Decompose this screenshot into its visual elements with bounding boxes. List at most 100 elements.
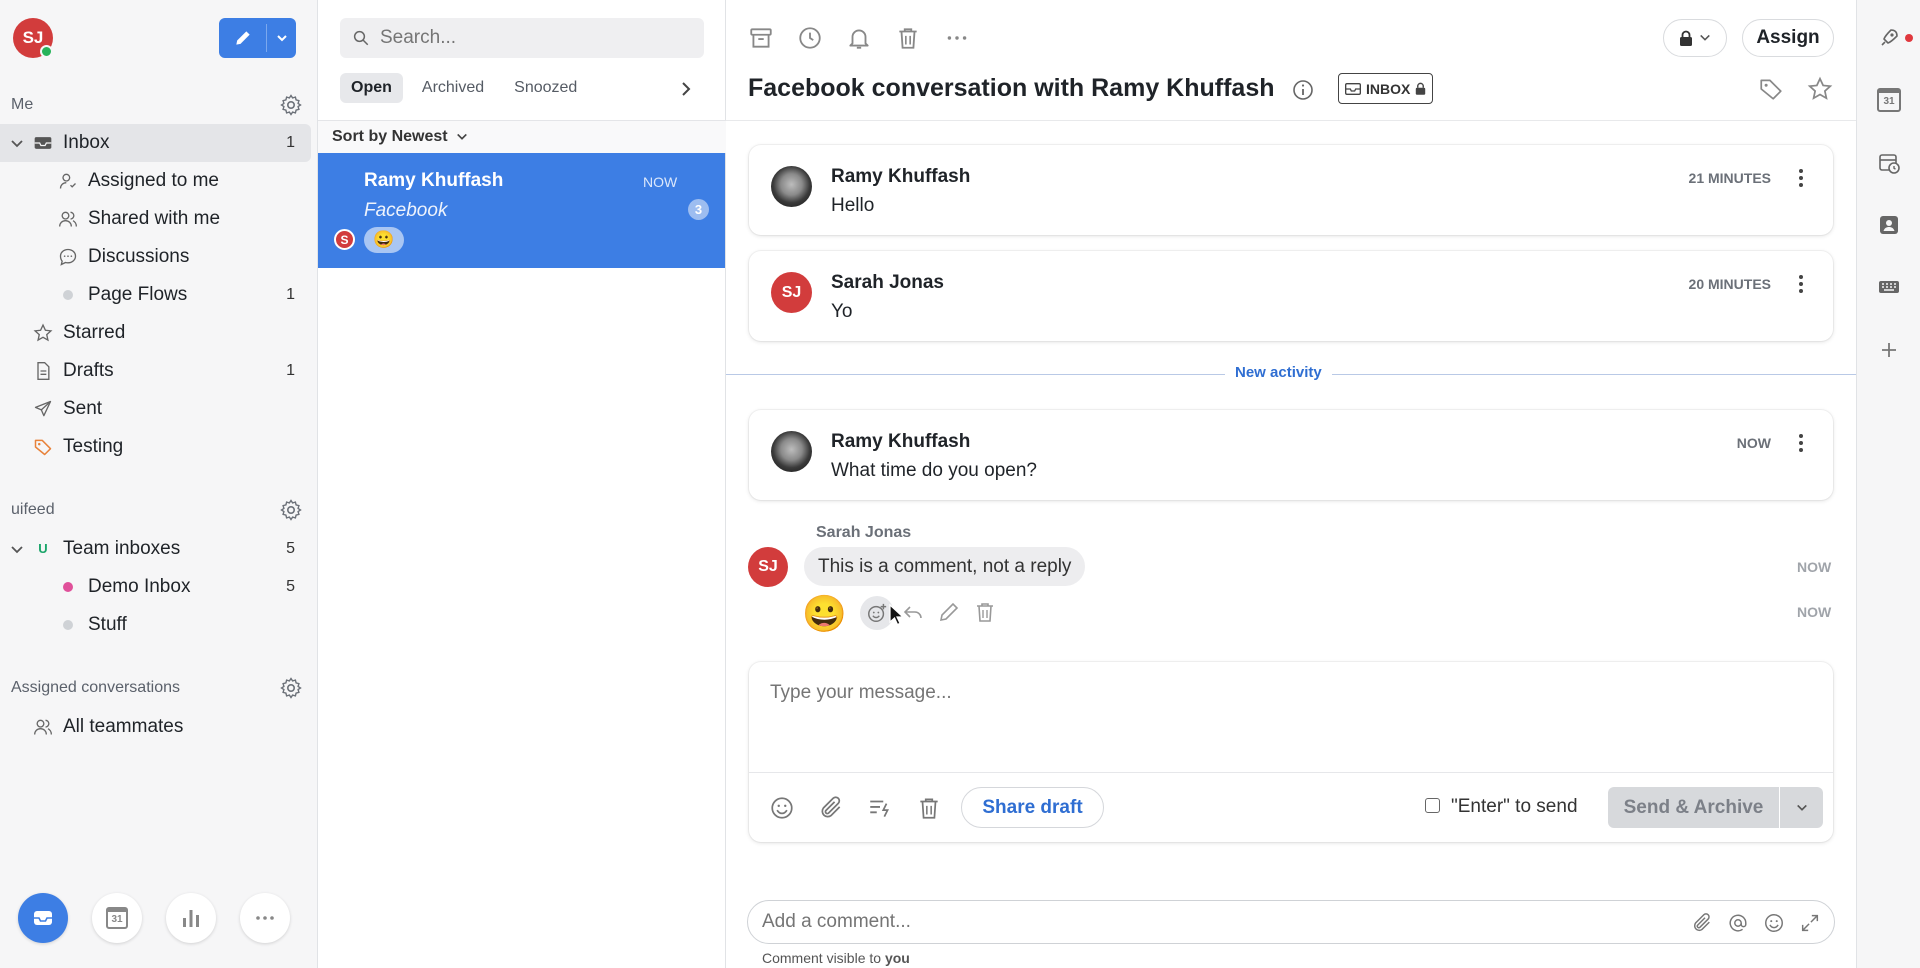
sidebar-item-sent[interactable]: Sent	[0, 390, 311, 428]
mention-icon[interactable]	[1727, 912, 1749, 934]
star-icon[interactable]	[1807, 76, 1833, 102]
search-icon	[353, 30, 369, 46]
trash-icon[interactable]	[895, 25, 921, 51]
message-input[interactable]	[770, 682, 1810, 742]
bell-icon[interactable]	[846, 25, 872, 51]
search-input[interactable]	[380, 27, 680, 49]
sidebar-item-demo-inbox[interactable]: Demo Inbox 5	[0, 568, 311, 606]
mouse-cursor-icon	[889, 604, 903, 626]
gear-icon[interactable]	[279, 676, 303, 700]
share-draft-button[interactable]: Share draft	[961, 787, 1104, 828]
reply-icon[interactable]	[901, 600, 925, 624]
message-sender: Sarah Jonas	[831, 272, 944, 293]
sidebar-item-page-flows[interactable]: Page Flows 1	[0, 276, 311, 314]
message-text: Yo	[831, 301, 853, 322]
chevron-down-icon[interactable]	[10, 137, 24, 151]
sidebar-item-shared-with-me[interactable]: Shared with me	[0, 200, 311, 238]
contact-card-icon[interactable]	[1877, 213, 1901, 237]
calendar-clock-icon[interactable]	[1877, 151, 1901, 175]
inbox-badge[interactable]: INBOX	[1338, 73, 1434, 104]
gear-icon[interactable]	[279, 93, 303, 117]
paperclip-icon[interactable]	[1691, 912, 1713, 934]
sidebar-item-count: 1	[286, 134, 295, 151]
sidebar-item-inbox[interactable]: Inbox 1	[0, 124, 311, 162]
rocket-icon[interactable]	[1877, 26, 1901, 50]
emoji-icon[interactable]	[1763, 912, 1785, 934]
tab-snoozed[interactable]: Snoozed	[503, 73, 588, 103]
chevron-right-icon[interactable]	[678, 80, 694, 98]
more-horizontal-icon[interactable]	[944, 25, 970, 51]
sidebar-item-label: Testing	[63, 436, 124, 457]
gear-icon[interactable]	[279, 498, 303, 522]
calendar-icon[interactable]: 31	[1877, 88, 1901, 112]
conversation-channel: Facebook	[364, 200, 448, 221]
sidebar: SJ Me Inbox 1 Assigned to me Shared with…	[0, 0, 318, 968]
sidebar-item-starred[interactable]: Starred	[0, 314, 311, 352]
search-box[interactable]	[340, 18, 704, 58]
status-dot-icon	[63, 290, 73, 300]
sidebar-item-label: Drafts	[63, 360, 114, 381]
more-vertical-icon[interactable]	[1797, 431, 1805, 455]
lock-icon	[1416, 82, 1426, 95]
comment-visibility-target: you	[884, 950, 910, 966]
trash-icon[interactable]	[916, 795, 942, 821]
pencil-icon	[235, 31, 250, 45]
inbox-nav-button[interactable]	[18, 893, 68, 943]
sidebar-item-discussions[interactable]: Discussions	[0, 238, 311, 276]
message-time: NOW	[1736, 435, 1771, 451]
reaction-emoji[interactable]: 😀	[802, 592, 847, 636]
lock-icon	[1680, 30, 1692, 46]
calendar-nav-button[interactable]: 31	[92, 893, 142, 943]
message-text: What time do you open?	[831, 460, 1037, 481]
user-avatar[interactable]: SJ	[13, 18, 53, 58]
plus-icon[interactable]	[1877, 338, 1901, 362]
sidebar-item-drafts[interactable]: Drafts 1	[0, 352, 311, 390]
status-dot-icon	[63, 620, 73, 630]
expand-icon[interactable]	[1799, 912, 1821, 934]
calendar-icon: 31	[106, 907, 128, 929]
message-time: 21 MINUTES	[1688, 170, 1771, 186]
tab-archived[interactable]: Archived	[411, 73, 495, 103]
sidebar-item-all-teammates[interactable]: All teammates	[0, 708, 311, 746]
assign-button[interactable]: Assign	[1742, 19, 1834, 57]
paperclip-icon[interactable]	[818, 795, 844, 821]
comment-box[interactable]	[747, 900, 1835, 944]
snippets-icon[interactable]	[867, 795, 893, 821]
trash-icon[interactable]	[973, 600, 997, 624]
emoji-icon[interactable]	[769, 795, 795, 821]
sidebar-item-label: Assigned to me	[88, 170, 219, 191]
chat-bubble-icon	[59, 248, 77, 266]
archive-icon[interactable]	[748, 25, 774, 51]
sidebar-item-count: 5	[286, 578, 295, 595]
sidebar-item-label: Discussions	[88, 246, 190, 267]
compose-options-button[interactable]	[267, 18, 296, 58]
pencil-icon[interactable]	[937, 600, 961, 624]
sidebar-item-assigned-to-me[interactable]: Assigned to me	[0, 162, 311, 200]
keyboard-icon[interactable]	[1877, 275, 1901, 299]
chevron-down-icon[interactable]	[10, 543, 24, 557]
compose-button[interactable]	[219, 18, 266, 58]
comment-input[interactable]	[762, 911, 1662, 933]
more-vertical-icon[interactable]	[1797, 272, 1805, 296]
send-options-button[interactable]	[1780, 787, 1823, 828]
user-avatar: SJ	[748, 547, 788, 587]
sidebar-item-testing[interactable]: Testing	[0, 428, 311, 466]
conversation-time: NOW	[643, 174, 678, 190]
enter-to-send-checkbox[interactable]	[1425, 798, 1440, 813]
clock-snooze-icon[interactable]	[797, 25, 823, 51]
reaction-time: NOW	[1797, 604, 1832, 620]
tab-open[interactable]: Open	[340, 73, 403, 103]
list-tabs: Open Archived Snoozed	[340, 73, 596, 103]
sidebar-item-stuff[interactable]: Stuff	[0, 606, 311, 644]
more-vertical-icon[interactable]	[1797, 166, 1805, 190]
info-icon[interactable]	[1291, 78, 1315, 102]
inbox-icon	[1345, 82, 1361, 95]
conversation-item[interactable]: Ramy Khuffash NOW Facebook 3 S 😀	[318, 153, 725, 268]
tag-icon[interactable]	[1758, 76, 1784, 102]
sort-dropdown[interactable]: Sort by Newest	[318, 120, 726, 153]
analytics-nav-button[interactable]	[166, 893, 216, 943]
sidebar-item-team-inboxes[interactable]: U Team inboxes 5	[0, 530, 311, 568]
privacy-dropdown-button[interactable]	[1663, 19, 1727, 57]
send-archive-button[interactable]: Send & Archive	[1608, 787, 1779, 828]
more-nav-button[interactable]	[240, 893, 290, 943]
